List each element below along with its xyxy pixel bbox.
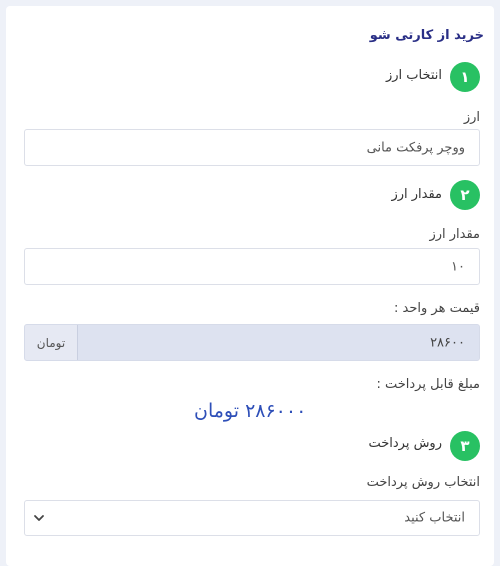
unit-price-label: قیمت هر واحد : bbox=[394, 301, 480, 316]
amount-label: مقدار ارز bbox=[429, 227, 480, 242]
payment-method-value: انتخاب کنید bbox=[404, 510, 465, 526]
currency-field[interactable]: ووچر پرفکت مانی bbox=[24, 129, 480, 166]
currency-label: ارز bbox=[463, 110, 480, 125]
payable-amount: ۲۸۶۰۰۰ تومان bbox=[194, 400, 307, 422]
chevron-down-icon bbox=[34, 515, 44, 521]
payable-label: مبلغ قابل پرداخت : bbox=[376, 377, 480, 392]
step-3-badge: ۳ bbox=[450, 431, 480, 461]
amount-value: ۱۰ bbox=[451, 259, 465, 274]
step-1-badge: ۱ bbox=[450, 62, 480, 92]
payment-method-select[interactable]: انتخاب کنید bbox=[24, 500, 480, 536]
step-2-badge: ۲ bbox=[450, 180, 480, 210]
unit-price-field: ۲۸۶۰۰ bbox=[77, 325, 479, 360]
page-title: خرید از کارتی شو bbox=[369, 28, 484, 43]
unit-price-group: تومان ۲۸۶۰۰ bbox=[24, 324, 480, 361]
currency-value: ووچر پرفکت مانی bbox=[366, 140, 465, 155]
payment-method-label: انتخاب روش پرداخت bbox=[366, 475, 480, 490]
step-1-label: انتخاب ارز bbox=[385, 68, 442, 83]
unit-price-currency: تومان bbox=[25, 325, 77, 360]
purchase-card: خرید از کارتی شو ۱ انتخاب ارز ارز ووچر پ… bbox=[6, 6, 494, 566]
step-2-label: مقدار ارز bbox=[391, 187, 442, 202]
step-3-label: روش پرداخت bbox=[368, 436, 442, 451]
amount-input[interactable]: ۱۰ bbox=[24, 248, 480, 285]
